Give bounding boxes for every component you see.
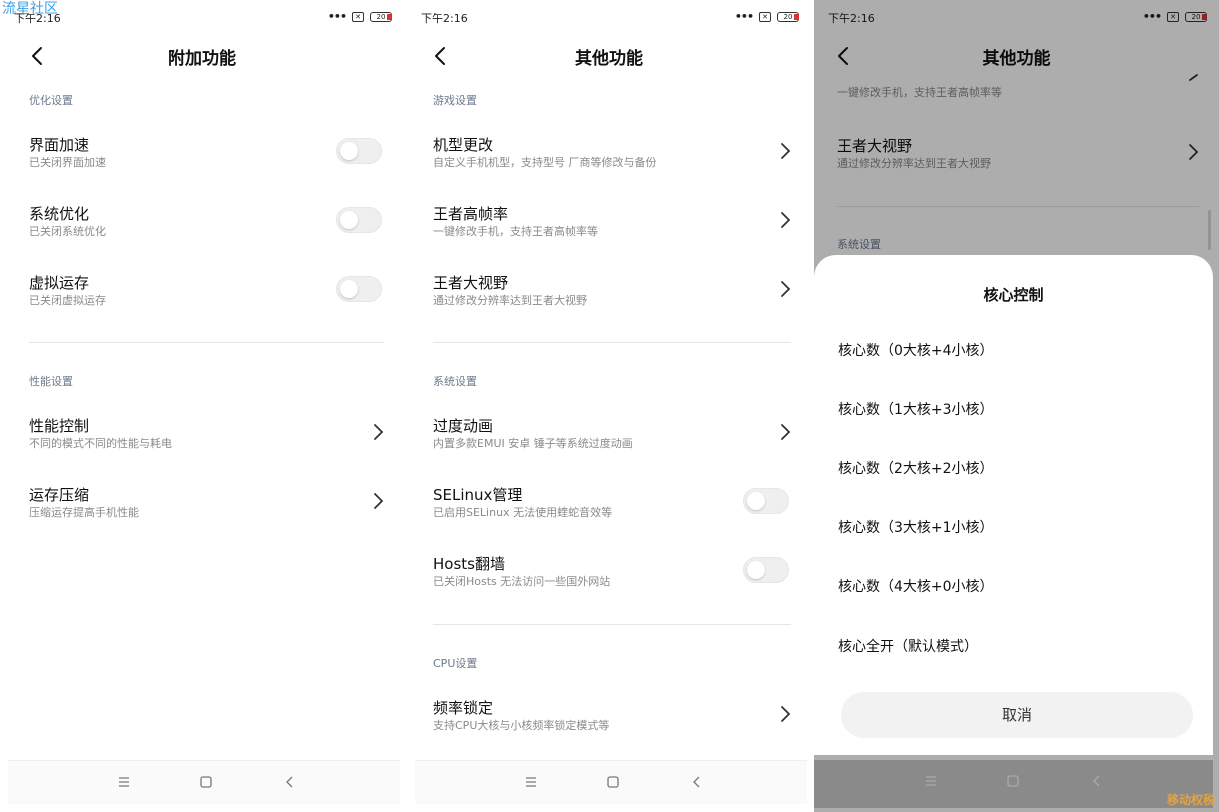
no-sim-icon: ✕ <box>352 11 364 22</box>
option-core-4big-0little[interactable]: 核心数（4大核+0小核） <box>838 576 994 596</box>
site-logo-watermark: 移动权税 <box>1166 793 1215 807</box>
battery-icon: 20 <box>777 11 799 22</box>
item-desc: 压缩运存提高手机性能 <box>29 506 139 519</box>
system-nav-bar <box>415 760 807 804</box>
item-name: 王者高帧率 <box>433 205 509 223</box>
status-bar: 下午2:16 ••• ✕ 20 <box>407 0 811 34</box>
option-core-3big-1little[interactable]: 核心数（3大核+1小核） <box>838 517 994 537</box>
settings-item-model-change[interactable]: 机型更改 自定义手机机型，支持型号 厂商等修改与备份 <box>433 134 791 182</box>
option-core-2big-2little[interactable]: 核心数（2大核+2小核） <box>838 458 994 478</box>
item-desc: 已关闭Hosts 无法访问一些国外网站 <box>433 575 611 588</box>
item-desc: 已关闭虚拟运存 <box>29 294 106 307</box>
section-divider <box>433 624 791 625</box>
item-name: 机型更改 <box>433 136 494 154</box>
section-label-game: 游戏设置 <box>433 94 477 107</box>
item-name: 系统优化 <box>29 205 90 223</box>
option-core-0big-4little[interactable]: 核心数（0大核+4小核） <box>838 340 994 360</box>
selinux-toggle[interactable] <box>743 488 789 514</box>
section-label-system: 系统设置 <box>433 375 477 388</box>
chevron-right-icon <box>781 281 791 297</box>
item-desc: 内置多款EMUI 安卓 锤子等系统过度动画 <box>433 437 633 450</box>
sheet-title: 核心控制 <box>983 286 1044 304</box>
item-desc: 一键修改手机，支持王者高帧率等 <box>433 225 598 238</box>
nav-back-icon[interactable] <box>1090 774 1104 788</box>
more-dots-icon: ••• <box>734 10 754 23</box>
status-bar: 下午2:16 ••• ✕ 20 <box>0 0 404 34</box>
settings-item-freq-lock[interactable]: 频率锁定 支持CPU大核与小核频率锁定模式等 <box>433 697 791 745</box>
item-name: 运存压缩 <box>29 486 90 504</box>
more-dots-icon: ••• <box>327 10 347 23</box>
section-label-performance: 性能设置 <box>29 375 73 388</box>
status-icons: ••• ✕ 20 <box>735 10 799 23</box>
page-title: 其他功能 <box>575 49 643 69</box>
item-name: 虚拟运存 <box>29 274 90 292</box>
status-icons: ••• ✕ 20 <box>328 10 392 23</box>
chevron-right-icon <box>374 424 384 440</box>
settings-item-high-fps[interactable]: 王者高帧率 一键修改手机，支持王者高帧率等 <box>433 203 791 251</box>
item-name: 过度动画 <box>433 417 494 435</box>
item-name: 界面加速 <box>29 136 90 154</box>
option-core-1big-3little[interactable]: 核心数（1大核+3小核） <box>838 399 994 419</box>
watermark-text: 流星社区 <box>2 1 58 17</box>
item-desc: 支持CPU大核与小核频率锁定模式等 <box>433 719 610 732</box>
item-name: SELinux管理 <box>433 486 523 504</box>
item-desc: 已关闭界面加速 <box>29 156 106 169</box>
panel-other-features: 下午2:16 ••• ✕ 20 其他功能 游戏设置 机型更改 自定义手机机型，支… <box>407 0 811 812</box>
scrollbar-thumb[interactable] <box>1208 210 1211 250</box>
menu-icon[interactable] <box>924 774 938 788</box>
section-label-optimize: 优化设置 <box>29 94 73 107</box>
page-header: 附加功能 <box>0 36 404 76</box>
item-desc: 已启用SELinux 无法使用蝰蛇音效等 <box>433 506 613 519</box>
hosts-toggle[interactable] <box>743 557 789 583</box>
nav-back-icon[interactable] <box>690 775 704 789</box>
chevron-right-icon <box>781 212 791 228</box>
system-optimize-toggle[interactable] <box>336 207 382 233</box>
item-desc: 自定义手机机型，支持型号 厂商等修改与备份 <box>433 156 657 169</box>
ui-accel-toggle[interactable] <box>336 138 382 164</box>
settings-item-ram-compress[interactable]: 运存压缩 压缩运存提高手机性能 <box>29 484 384 532</box>
chevron-right-icon <box>781 424 791 440</box>
item-desc: 通过修改分辨率达到王者大视野 <box>433 294 587 307</box>
cancel-button[interactable]: 取消 <box>841 692 1193 738</box>
menu-icon[interactable] <box>524 775 538 789</box>
settings-item-hosts[interactable]: Hosts翻墙 已关闭Hosts 无法访问一些国外网站 <box>433 553 791 601</box>
chevron-right-icon <box>374 493 384 509</box>
item-name: Hosts翻墙 <box>433 555 505 573</box>
page-title: 附加功能 <box>168 49 236 69</box>
home-square-icon[interactable] <box>606 775 620 789</box>
item-name: 频率锁定 <box>433 699 494 717</box>
menu-icon[interactable] <box>117 775 131 789</box>
system-nav-bar <box>814 760 1213 808</box>
settings-item-wide-view[interactable]: 王者大视野 通过修改分辨率达到王者大视野 <box>433 272 791 320</box>
option-all-cores-default[interactable]: 核心全开（默认模式） <box>838 636 978 656</box>
chevron-right-icon <box>781 143 791 159</box>
panel-additional-features: 下午2:16 ••• ✕ 20 附加功能 优化设置 界面加速 已关闭界面加速 系… <box>0 0 404 812</box>
settings-item-ui-accel[interactable]: 界面加速 已关闭界面加速 <box>29 134 384 182</box>
virtual-ram-toggle[interactable] <box>336 276 382 302</box>
page-header: 其他功能 <box>407 36 811 76</box>
section-divider <box>29 342 384 343</box>
settings-item-performance-control[interactable]: 性能控制 不同的模式不同的性能与耗电 <box>29 415 384 463</box>
home-square-icon[interactable] <box>1006 774 1020 788</box>
status-time: 下午2:16 <box>421 12 468 25</box>
home-square-icon[interactable] <box>199 775 213 789</box>
settings-item-transition-anim[interactable]: 过度动画 内置多款EMUI 安卓 锤子等系统过度动画 <box>433 415 791 463</box>
no-sim-icon: ✕ <box>759 11 771 22</box>
nav-back-icon[interactable] <box>283 775 297 789</box>
core-control-sheet: 核心控制 核心数（0大核+4小核） 核心数（1大核+3小核） 核心数（2大核+2… <box>814 255 1213 755</box>
section-divider <box>433 342 791 343</box>
settings-item-system-optimize[interactable]: 系统优化 已关闭系统优化 <box>29 203 384 251</box>
system-nav-bar <box>8 760 400 804</box>
panel-core-control-dialog: 下午2:16 ••• ✕ 20 其他功能 一键修改手机，支持王者高帧率等 王者大… <box>814 0 1219 812</box>
item-desc: 已关闭系统优化 <box>29 225 106 238</box>
section-label-cpu: CPU设置 <box>433 657 478 670</box>
item-name: 王者大视野 <box>433 274 509 292</box>
item-desc: 不同的模式不同的性能与耗电 <box>29 437 172 450</box>
chevron-right-icon <box>781 706 791 722</box>
battery-icon: 20 <box>370 11 392 22</box>
settings-item-virtual-ram[interactable]: 虚拟运存 已关闭虚拟运存 <box>29 272 384 320</box>
settings-item-selinux[interactable]: SELinux管理 已启用SELinux 无法使用蝰蛇音效等 <box>433 484 791 532</box>
item-name: 性能控制 <box>29 417 90 435</box>
